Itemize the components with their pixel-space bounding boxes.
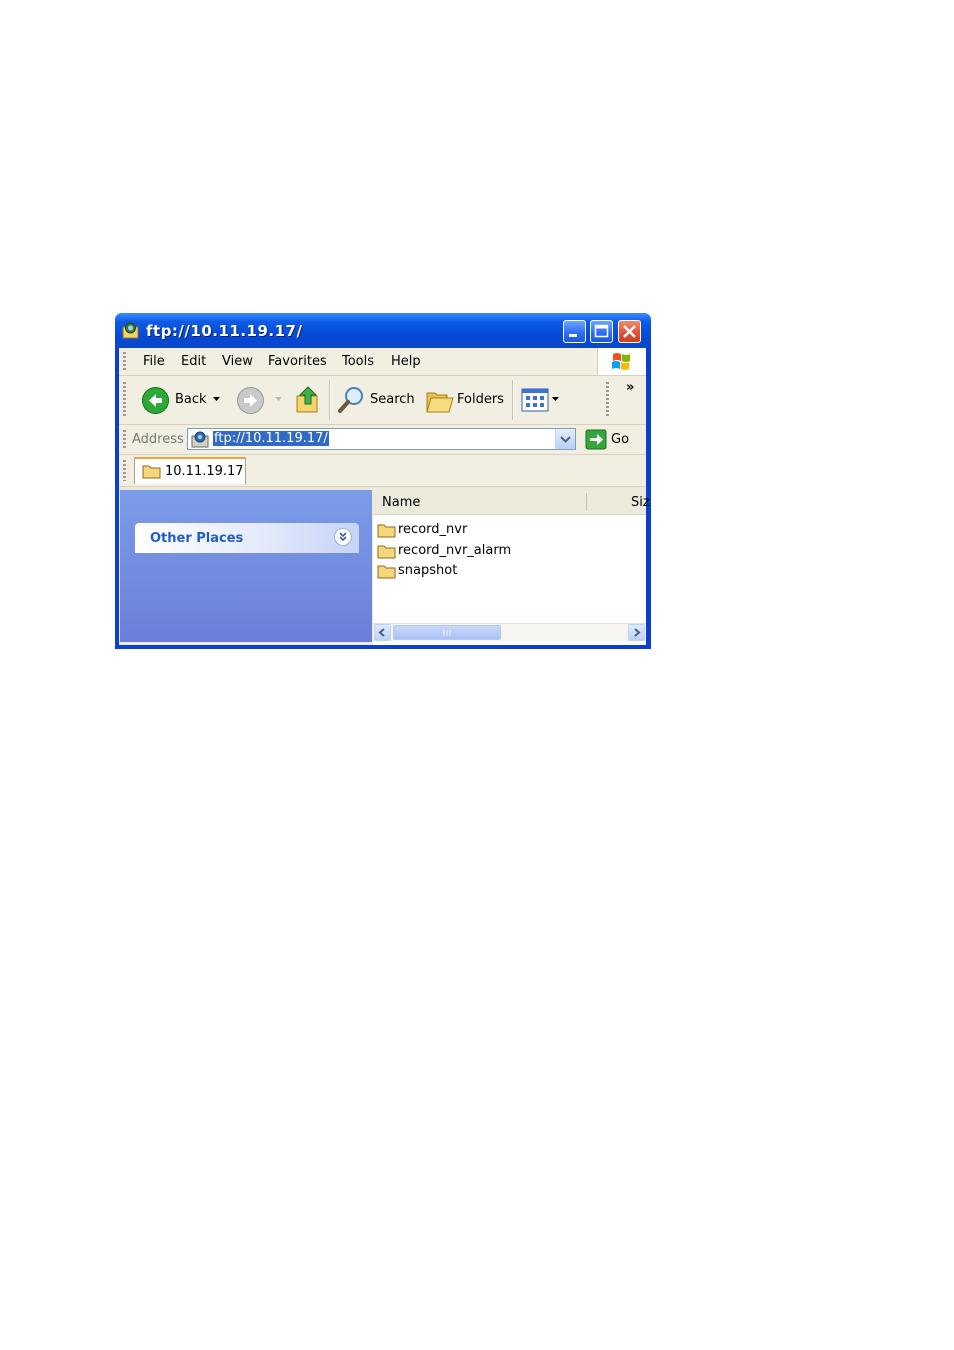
scroll-left-button[interactable] <box>374 624 391 641</box>
file-name: record_nvr_alarm <box>398 543 512 558</box>
maximize-icon <box>594 324 609 338</box>
ftp-folder-icon <box>122 322 139 339</box>
address-dropdown-button[interactable] <box>555 429 575 449</box>
window-title: ftp://10.11.19.17/ <box>146 322 303 340</box>
explorer-window: ftp://10.11.19.17/ File Edit View Favori… <box>115 313 651 649</box>
file-list: Name Siz record_nvr record_nvr_alarm sna… <box>373 490 650 645</box>
menu-favorites[interactable]: Favorites <box>268 354 327 369</box>
views-dropdown-icon[interactable] <box>551 396 560 402</box>
menubar-grip[interactable] <box>123 352 126 371</box>
standard-toolbar: Back Search Folders » <box>119 376 646 425</box>
column-divider[interactable] <box>586 493 587 511</box>
menu-edit[interactable]: Edit <box>181 354 206 369</box>
go-button-label[interactable]: Go <box>611 432 629 447</box>
folder-icon <box>377 524 396 538</box>
toolbar-grip-2[interactable] <box>606 382 609 418</box>
tab-label: 10.11.19.17 <box>165 464 244 479</box>
folder-icon <box>377 545 396 559</box>
forward-arrow-icon[interactable] <box>236 386 265 415</box>
menu-view[interactable]: View <box>222 354 253 369</box>
list-item[interactable]: record_nvr <box>377 520 577 540</box>
close-button[interactable] <box>618 320 641 343</box>
title-bar[interactable]: ftp://10.11.19.17/ <box>115 313 651 348</box>
folder-icon <box>377 565 396 579</box>
ftp-globe-icon <box>191 431 209 448</box>
folder-icon <box>142 465 161 479</box>
toolbar-overflow-chevron[interactable]: » <box>626 380 634 395</box>
views-icon[interactable] <box>521 388 549 412</box>
list-item[interactable]: snapshot <box>377 561 577 581</box>
scroll-right-button[interactable] <box>628 624 645 641</box>
scroll-thumb[interactable] <box>393 625 501 640</box>
other-places-title[interactable]: Other Places <box>150 531 243 546</box>
menu-help[interactable]: Help <box>391 354 421 369</box>
forward-dropdown-icon[interactable] <box>274 396 283 402</box>
windows-logo <box>597 348 646 375</box>
minimize-icon <box>569 334 577 337</box>
column-header-size[interactable]: Siz <box>631 495 650 510</box>
list-item[interactable]: record_nvr_alarm <box>377 541 577 561</box>
window-client: File Edit View Favorites Tools Help Back… <box>119 348 650 645</box>
menu-tools[interactable]: Tools <box>342 354 374 369</box>
folders-icon[interactable] <box>425 387 455 414</box>
search-label[interactable]: Search <box>370 392 415 407</box>
search-icon[interactable] <box>337 385 367 415</box>
other-places-panel-header[interactable]: Other Places <box>135 523 359 553</box>
chevron-down-icon <box>560 436 571 443</box>
chevron-left-icon <box>378 628 385 637</box>
back-label[interactable]: Back <box>175 392 207 407</box>
folders-label[interactable]: Folders <box>457 392 504 407</box>
task-pane: Other Places <box>120 490 372 642</box>
address-bar: Address ftp://10.11.19.17/ Go <box>119 425 646 455</box>
toolbar-separator <box>512 380 514 420</box>
tab-bar: 10.11.19.17 <box>119 455 646 487</box>
toolbar-grip[interactable] <box>123 382 126 418</box>
up-folder-icon[interactable] <box>294 384 323 415</box>
file-name: record_nvr <box>398 522 468 537</box>
horizontal-scrollbar[interactable] <box>373 623 646 641</box>
double-chevron-down-icon <box>339 532 347 542</box>
tabbar-grip[interactable] <box>123 460 126 481</box>
file-name: snapshot <box>398 563 458 578</box>
minimize-button[interactable] <box>563 320 586 343</box>
toolbar-separator <box>329 380 331 420</box>
menu-file[interactable]: File <box>143 354 165 369</box>
menu-bar: File Edit View Favorites Tools Help <box>119 348 646 376</box>
column-header-name[interactable]: Name <box>382 495 420 510</box>
close-icon <box>623 325 636 338</box>
address-input[interactable]: ftp://10.11.19.17/ <box>187 428 576 450</box>
expand-button[interactable] <box>334 528 352 546</box>
address-value[interactable]: ftp://10.11.19.17/ <box>213 431 329 446</box>
tab-ftp-site[interactable]: 10.11.19.17 <box>134 457 246 484</box>
grip-lines-icon <box>443 630 451 636</box>
back-arrow-icon[interactable] <box>141 386 170 415</box>
maximize-button[interactable] <box>590 320 613 343</box>
windows-flag-icon <box>612 353 630 370</box>
column-header-row: Name Siz <box>373 490 650 515</box>
go-arrow-icon[interactable] <box>585 429 607 450</box>
back-dropdown-icon[interactable] <box>212 396 221 402</box>
address-label: Address <box>132 432 184 447</box>
addressbar-grip[interactable] <box>123 430 126 449</box>
chevron-right-icon <box>634 628 641 637</box>
